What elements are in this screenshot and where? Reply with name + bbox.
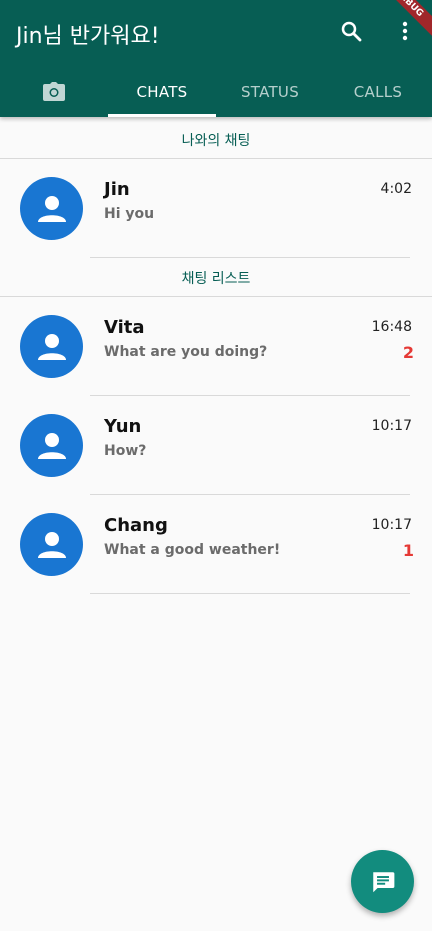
message-time: 10:17 — [371, 517, 412, 533]
contact-name: Vita — [104, 317, 145, 338]
last-message: How? — [104, 443, 147, 459]
tab-camera[interactable] — [0, 66, 108, 117]
chat-row-vita[interactable]: Vita What are you doing? 16:48 2 — [0, 298, 432, 397]
avatar — [20, 513, 83, 576]
last-message: Hi you — [104, 206, 155, 222]
my-chat-row[interactable]: Jin Hi you 4:02 — [0, 160, 432, 259]
app-bar: Jin님 반가워요! DEBUG CHATS STATUS CALLS — [0, 0, 432, 117]
new-message-button[interactable] — [351, 850, 414, 913]
divider — [0, 158, 432, 159]
message-time: 16:48 — [371, 319, 412, 335]
avatar — [20, 414, 83, 477]
divider — [0, 296, 432, 297]
message-time: 10:17 — [371, 418, 412, 434]
tab-bar: CHATS STATUS CALLS — [0, 66, 432, 117]
message-icon — [372, 871, 394, 892]
unread-count-badge: 1 — [402, 541, 414, 560]
camera-icon — [43, 81, 65, 101]
avatar — [20, 315, 83, 378]
person-icon — [37, 531, 66, 558]
page-title: Jin님 반가워요! — [16, 24, 160, 49]
last-message: What are you doing? — [104, 344, 268, 360]
contact-name: Jin — [104, 179, 130, 200]
person-icon — [37, 333, 66, 360]
chat-row-chang[interactable]: Chang What a good weather! 10:17 1 — [0, 496, 432, 595]
search-button[interactable] — [336, 16, 366, 46]
divider — [90, 395, 410, 396]
chat-row-yun[interactable]: Yun How? 10:17 — [0, 397, 432, 496]
more-vert-icon — [402, 21, 408, 41]
tab-status[interactable]: STATUS — [216, 66, 324, 117]
last-message: What a good weather! — [104, 542, 281, 558]
person-icon — [37, 195, 66, 222]
search-icon — [341, 21, 362, 42]
contact-name: Chang — [104, 515, 168, 536]
section-header-my-chat: 나와의 채팅 — [181, 133, 251, 149]
contact-name: Yun — [104, 416, 142, 437]
tab-calls[interactable]: CALLS — [324, 66, 432, 117]
divider — [90, 593, 410, 594]
avatar — [20, 177, 83, 240]
section-header-chat-list: 채팅 리스트 — [181, 271, 251, 287]
person-icon — [37, 432, 66, 459]
tab-chats[interactable]: CHATS — [108, 66, 216, 117]
divider — [90, 494, 410, 495]
unread-count-badge: 2 — [402, 343, 414, 362]
message-time: 4:02 — [380, 181, 412, 197]
more-options-button[interactable] — [390, 16, 420, 46]
